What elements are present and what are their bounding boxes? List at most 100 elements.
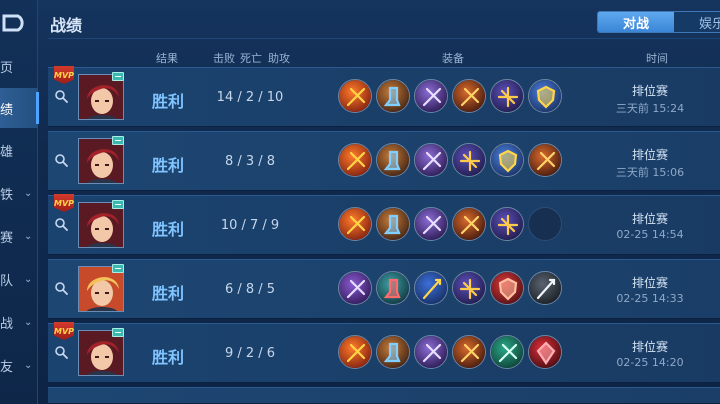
column-header-assists: 助攻	[268, 52, 290, 65]
gold-crossbow-icon	[452, 271, 486, 305]
chevron-down-icon: ⌄	[24, 316, 33, 328]
sidebar-item-label: 绩	[0, 102, 14, 118]
column-header-result: 结果	[156, 52, 178, 65]
sidebar-item-4[interactable]: 赛 ⌄	[0, 216, 38, 256]
match-mode: 排位赛	[631, 276, 668, 290]
fire-axe-icon	[338, 207, 372, 241]
sidebar-item-label: 战	[0, 316, 14, 332]
match-mode: 排位赛	[631, 84, 668, 98]
fire-axe-icon	[338, 143, 372, 177]
match-result: 胜利	[151, 156, 184, 175]
view-detail-icon[interactable]	[54, 152, 68, 167]
match-row[interactable]: MVP 胜利 14 / 2 / 10 排位赛三天前 15:24	[48, 66, 720, 127]
page-title: 战绩	[50, 16, 83, 35]
sidebar-item-7[interactable]: 友 ⌄	[0, 345, 38, 385]
equipment-list	[338, 79, 562, 113]
view-detail-icon[interactable]	[54, 216, 68, 231]
sidebar: 页绩雄铁 ⌄ 赛 ⌄ 队 ⌄ 战 ⌄ 友 ⌄	[0, 0, 39, 404]
sidebar-item-label: 队	[0, 273, 14, 289]
kda-score: 9 / 2 / 6	[224, 346, 276, 361]
column-header-time: 时间	[646, 52, 668, 65]
kda-score: 10 / 7 / 9	[220, 218, 280, 233]
skin-badge-icon	[112, 200, 124, 209]
match-mode: 排位赛	[631, 340, 668, 354]
match-time: 02-25 14:20	[616, 356, 684, 369]
kda-score: 6 / 8 / 5	[224, 282, 276, 297]
match-row[interactable]: MVP 胜利 10 / 7 / 9 排位赛 02-25 14:54	[48, 194, 720, 255]
view-detail-icon[interactable]	[54, 344, 68, 359]
blue-armor-icon	[490, 143, 524, 177]
sidebar-item-0[interactable]: 页	[0, 46, 38, 86]
sidebar-item-1[interactable]: 绩	[0, 88, 39, 128]
equipment-list	[338, 143, 562, 177]
chevron-down-icon: ⌄	[24, 273, 33, 285]
match-result: 胜利	[151, 220, 184, 239]
sidebar-item-5[interactable]: 队 ⌄	[0, 259, 38, 299]
mvp-badge: MVP	[54, 66, 74, 84]
chevron-down-icon: ⌄	[24, 359, 33, 371]
chevron-down-icon: ⌄	[24, 187, 33, 199]
column-header-kills: 击败	[213, 52, 235, 65]
fire-blade-icon	[528, 143, 562, 177]
match-row[interactable]: 胜利 6 / 8 / 5 排位赛 02-25 14:33	[48, 259, 720, 319]
kda-score: 8 / 3 / 8	[224, 154, 276, 169]
boots-icon	[376, 143, 410, 177]
sidebar-item-2[interactable]: 雄	[0, 130, 38, 170]
dark-axe-icon	[414, 207, 448, 241]
gold-crossbow-icon	[490, 79, 524, 113]
match-result: 胜利	[151, 92, 184, 111]
teal-boots-icon	[376, 271, 410, 305]
dark-axe-icon	[414, 143, 448, 177]
fire-axe-icon	[338, 79, 372, 113]
view-detail-icon[interactable]	[54, 88, 68, 103]
sidebar-item-label: 页	[0, 60, 14, 76]
sidebar-item-6[interactable]: 战 ⌄	[0, 302, 38, 342]
match-row[interactable]: 胜利 8 / 3 / 8 排位赛三天前 15:06	[48, 131, 720, 191]
match-time: 02-25 14:54	[616, 228, 684, 241]
mode-tabs: 对战 娱乐	[597, 11, 720, 33]
dark-axe-icon	[414, 79, 448, 113]
red-gem-icon	[528, 335, 562, 369]
chevron-down-icon: ⌄	[24, 230, 33, 242]
view-detail-icon[interactable]	[54, 280, 68, 295]
match-result: 胜利	[151, 348, 184, 367]
sidebar-item-label: 雄	[0, 144, 14, 160]
purple-axe-icon	[338, 271, 372, 305]
gold-crossbow-icon	[452, 143, 486, 177]
match-result: 胜利	[151, 284, 184, 303]
fire-blade-icon	[452, 79, 486, 113]
header-divider	[48, 38, 720, 39]
match-row[interactable]: MVP 胜利 9 / 2 / 6 排位赛 02-25 14:20	[48, 322, 720, 383]
logo-icon	[0, 10, 30, 36]
skin-badge-icon	[112, 328, 124, 337]
match-time: 02-25 14:33	[616, 292, 684, 305]
boots-icon	[376, 79, 410, 113]
fire-axe-icon	[338, 335, 372, 369]
mvp-badge: MVP	[54, 194, 74, 212]
tab-entertainment[interactable]: 娱乐	[674, 12, 720, 32]
skin-badge-icon	[112, 72, 124, 81]
boots-icon	[376, 335, 410, 369]
gold-crossbow-icon	[490, 207, 524, 241]
match-time: 三天前 15:24	[615, 102, 685, 115]
match-row[interactable]	[48, 387, 720, 404]
tab-versus[interactable]: 对战	[598, 12, 674, 32]
dark-axe-icon	[414, 335, 448, 369]
match-mode: 排位赛	[631, 148, 668, 162]
equipment-list	[338, 207, 562, 241]
sidebar-item-label: 赛	[0, 230, 14, 246]
sidebar-item-3[interactable]: 铁 ⌄	[0, 173, 38, 213]
green-sword-icon	[490, 335, 524, 369]
equipment-list	[338, 335, 562, 369]
column-header-equipment: 装备	[442, 52, 464, 65]
match-time: 三天前 15:06	[615, 166, 685, 179]
kda-score: 14 / 2 / 10	[216, 90, 284, 105]
equipment-list	[338, 271, 562, 305]
spear-icon	[528, 271, 562, 305]
blue-staff-icon	[414, 271, 448, 305]
red-shield-icon	[490, 271, 524, 305]
skin-badge-icon	[112, 264, 124, 273]
blue-armor-icon	[528, 79, 562, 113]
fire-blade-icon	[452, 335, 486, 369]
fire-blade-icon	[452, 207, 486, 241]
